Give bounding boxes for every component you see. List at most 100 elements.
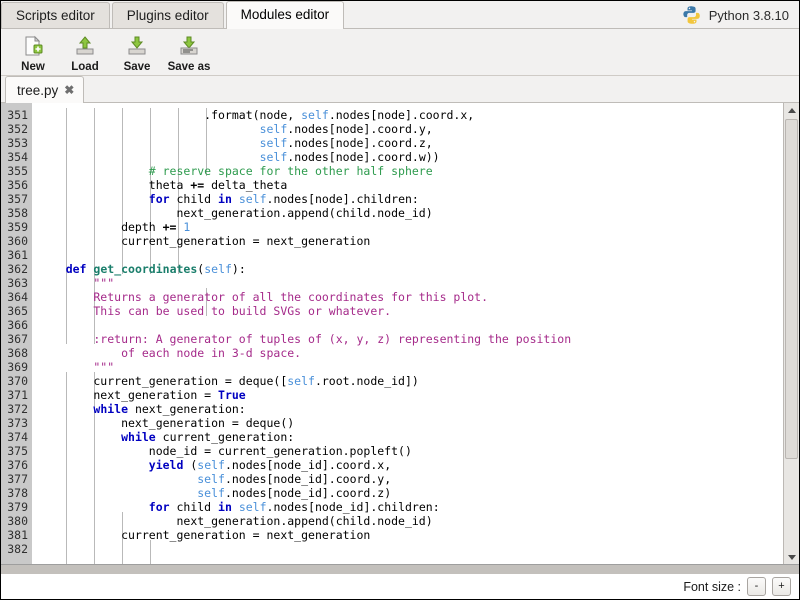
scroll-down-arrow-icon[interactable] [784, 550, 799, 564]
line-number: 356 [1, 178, 28, 192]
code-line: theta += delta_theta [32, 178, 783, 192]
line-number: 355 [1, 164, 28, 178]
code-line: while next_generation: [32, 402, 783, 416]
line-number: 379 [1, 500, 28, 514]
line-number: 370 [1, 374, 28, 388]
line-number: 351 [1, 108, 28, 122]
file-tab-label: tree.py [17, 83, 58, 98]
code-line: self.nodes[node_id].coord.z) [32, 486, 783, 500]
line-number: 376 [1, 458, 28, 472]
scroll-up-arrow-icon[interactable] [784, 103, 799, 117]
line-number: 354 [1, 150, 28, 164]
scrollbar-track[interactable] [784, 117, 799, 550]
code-line: depth += 1 [32, 220, 783, 234]
line-number-gutter: 3513523533543553563573583593603613623633… [1, 103, 32, 564]
tab-modules-editor[interactable]: Modules editor [226, 1, 345, 29]
code-line: def get_coordinates(self): [32, 262, 783, 276]
code-lines: .format(node, self.nodes[node].coord.x, … [32, 108, 783, 556]
code-line: current_generation = next_generation [32, 234, 783, 248]
code-line: current_generation = deque([self.root.no… [32, 374, 783, 388]
code-line: for child in self.nodes[node].children: [32, 192, 783, 206]
line-number: 358 [1, 206, 28, 220]
code-line: next_generation.append(child.node_id) [32, 514, 783, 528]
code-line: next_generation.append(child.node_id) [32, 206, 783, 220]
line-number: 378 [1, 486, 28, 500]
code-line: yield (self.nodes[node_id].coord.x, [32, 458, 783, 472]
line-number: 380 [1, 514, 28, 528]
code-line: for child in self.nodes[node_id].childre… [32, 500, 783, 514]
line-number: 359 [1, 220, 28, 234]
code-line: # reserve space for the other half spher… [32, 164, 783, 178]
file-tab-tree-py[interactable]: tree.py ✖ [5, 76, 84, 103]
notebook-tab-bar: Scripts editor Plugins editor Modules ed… [1, 1, 799, 29]
line-number: 371 [1, 388, 28, 402]
code-line: of each node in 3-d space. [32, 346, 783, 360]
vertical-scrollbar[interactable] [783, 103, 799, 564]
code-line: node_id = current_generation.popleft() [32, 444, 783, 458]
code-line: next_generation = deque() [32, 416, 783, 430]
code-line: while current_generation: [32, 430, 783, 444]
file-tab-bar: tree.py ✖ [1, 76, 799, 103]
code-line [32, 248, 783, 262]
line-number: 357 [1, 192, 28, 206]
code-text-area[interactable]: .format(node, self.nodes[node].coord.x, … [32, 103, 783, 564]
line-number: 374 [1, 430, 28, 444]
save-as-button[interactable]: Save as [163, 32, 215, 73]
editor-pane: 3513523533543553563573583593603613623633… [1, 103, 799, 565]
line-number: 365 [1, 304, 28, 318]
line-number: 372 [1, 402, 28, 416]
status-bar: Font size : - + [1, 574, 799, 599]
save-down-arrow-icon [126, 34, 148, 58]
line-number: 353 [1, 136, 28, 150]
code-line [32, 542, 783, 556]
close-icon[interactable]: ✖ [64, 84, 74, 96]
line-number: 363 [1, 276, 28, 290]
font-size-increase-button[interactable]: + [772, 577, 791, 596]
code-line: Returns a generator of all the coordinat… [32, 290, 783, 304]
python-version-area: Python 3.8.10 [682, 5, 799, 28]
line-number: 369 [1, 360, 28, 374]
tab-plugins-editor[interactable]: Plugins editor [112, 2, 224, 28]
code-line: next_generation = True [32, 388, 783, 402]
python-version-label: Python 3.8.10 [709, 8, 789, 23]
save-button[interactable]: Save [111, 32, 163, 73]
line-number: 367 [1, 332, 28, 346]
save-button-label: Save [124, 61, 151, 73]
code-line: """ [32, 360, 783, 374]
new-file-icon [22, 34, 44, 58]
code-line: This can be used to build SVGs or whatev… [32, 304, 783, 318]
line-number: 361 [1, 248, 28, 262]
code-line: .format(node, self.nodes[node].coord.x, [32, 108, 783, 122]
load-button-label: Load [71, 61, 98, 73]
line-number: 360 [1, 234, 28, 248]
line-number: 364 [1, 290, 28, 304]
editor-bottom-divider [1, 565, 799, 574]
modules-editor-window: Scripts editor Plugins editor Modules ed… [0, 0, 800, 600]
code-line: self.nodes[node].coord.z, [32, 136, 783, 150]
font-size-decrease-button[interactable]: - [747, 577, 766, 596]
save-as-button-label: Save as [168, 61, 211, 73]
code-line: self.nodes[node].coord.w)) [32, 150, 783, 164]
line-number: 381 [1, 528, 28, 542]
code-line: :return: A generator of tuples of (x, y,… [32, 332, 783, 346]
code-line: current_generation = next_generation [32, 528, 783, 542]
line-number: 377 [1, 472, 28, 486]
line-number: 382 [1, 542, 28, 556]
code-line: self.nodes[node_id].coord.y, [32, 472, 783, 486]
load-button[interactable]: Load [59, 32, 111, 73]
save-as-down-arrow-icon [178, 34, 200, 58]
code-line: self.nodes[node].coord.y, [32, 122, 783, 136]
line-number: 362 [1, 262, 28, 276]
line-number: 373 [1, 416, 28, 430]
line-number: 375 [1, 444, 28, 458]
line-number: 366 [1, 318, 28, 332]
new-button[interactable]: New [7, 32, 59, 73]
python-logo-icon [682, 5, 702, 25]
load-up-arrow-icon [74, 34, 96, 58]
code-line [32, 318, 783, 332]
code-line: """ [32, 276, 783, 290]
main-toolbar: New Load Save [1, 29, 799, 76]
scrollbar-thumb[interactable] [785, 119, 798, 459]
font-size-label: Font size : [683, 580, 741, 594]
tab-scripts-editor[interactable]: Scripts editor [1, 2, 110, 28]
